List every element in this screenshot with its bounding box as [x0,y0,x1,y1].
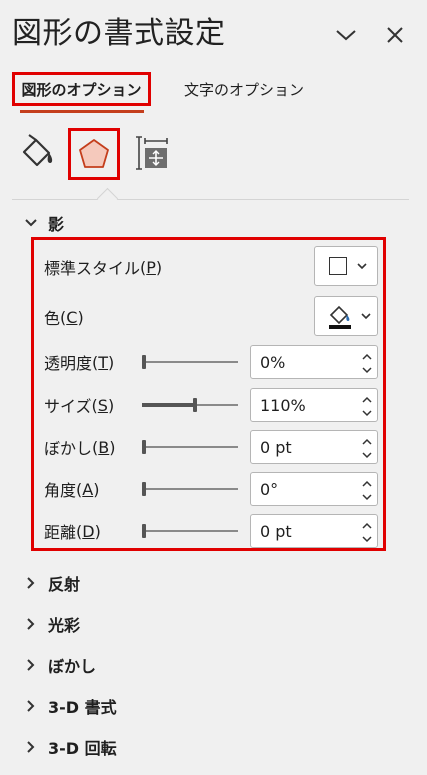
preset-swatch [329,257,347,275]
angle-slider[interactable] [142,482,238,496]
distance-spinner[interactable]: 0 pt [250,514,378,548]
transparency-value[interactable]: 0% [251,353,357,372]
color-picker-button[interactable] [314,296,378,336]
slider-thumb[interactable] [142,482,146,496]
size-properties-tab[interactable] [130,130,176,176]
active-tab-indicator [20,110,144,113]
chevron-down-icon [357,262,367,269]
preset-picker-button[interactable] [314,246,378,286]
fill-line-icon [22,134,53,167]
paint-bucket-icon [329,305,351,329]
section-soft-edges-header[interactable]: ぼかし [22,650,96,680]
section-glow-header[interactable]: 光彩 [22,609,80,639]
spin-up-icon[interactable] [362,476,372,488]
section-reflection-header[interactable]: 反射 [22,568,80,598]
blur-spinner[interactable]: 0 pt [250,430,378,464]
fill-line-tab[interactable] [14,130,60,176]
angle-label: 角度(A) [44,479,100,501]
distance-label: 距離(D) [44,521,101,543]
slider-thumb[interactable] [142,355,146,369]
angle-value[interactable]: 0° [251,480,357,499]
slider-thumb[interactable] [142,524,146,538]
spin-down-icon[interactable] [362,363,372,375]
size-value[interactable]: 110% [251,396,357,415]
distance-value[interactable]: 0 pt [251,522,357,541]
spin-up-icon[interactable] [362,349,372,361]
spin-up-icon[interactable] [362,392,372,404]
section-3d-format-header[interactable]: 3-D 書式 [22,691,117,721]
chevron-down-icon [22,214,40,232]
section-shadow-header[interactable]: 影 [22,208,64,238]
section-title: 3-D 書式 [48,698,117,717]
spin-up-icon[interactable] [362,518,372,530]
transparency-slider[interactable] [142,355,238,369]
color-label: 色(C) [44,307,84,329]
chevron-right-icon [22,656,40,674]
preset-label: 標準スタイル(P) [44,257,163,279]
blur-slider[interactable] [142,440,238,454]
size-slider[interactable] [142,398,238,412]
spin-down-icon[interactable] [362,532,372,544]
spin-down-icon[interactable] [362,448,372,460]
transparency-spinner[interactable]: 0% [250,345,378,379]
divider-notch [96,187,119,210]
size-label: サイズ(S) [44,395,115,417]
size-spinner[interactable]: 110% [250,388,378,422]
effects-pentagon-icon [79,139,109,168]
chevron-right-icon [22,738,40,756]
blur-label: ぼかし(B) [44,437,116,459]
close-icon[interactable] [380,20,410,50]
effects-tab[interactable] [68,128,120,180]
tab-text-options[interactable]: 文字のオプション [184,72,304,106]
section-title: 反射 [48,575,81,594]
slider-thumb[interactable] [142,440,146,454]
chevron-down-icon [361,312,371,319]
section-title: ぼかし [48,657,97,676]
divider [12,199,409,200]
pane-title: 図形の書式設定 [12,16,226,51]
chevron-down-icon[interactable] [331,20,361,50]
angle-spinner[interactable]: 0° [250,472,378,506]
chevron-right-icon [22,615,40,633]
section-title: 光彩 [48,616,81,635]
section-title: 影 [48,215,65,234]
tab-shape-options[interactable]: 図形のオプション [12,72,151,106]
distance-slider[interactable] [142,524,238,538]
size-properties-icon [136,136,168,170]
section-3d-rotation-header[interactable]: 3-D 回転 [22,732,117,762]
chevron-right-icon [22,697,40,715]
spin-down-icon[interactable] [362,406,372,418]
chevron-right-icon [22,574,40,592]
spin-up-icon[interactable] [362,434,372,446]
blur-value[interactable]: 0 pt [251,438,357,457]
transparency-label: 透明度(T) [44,352,115,374]
spin-down-icon[interactable] [362,490,372,502]
section-title: 3-D 回転 [48,739,117,758]
slider-thumb[interactable] [193,398,197,412]
